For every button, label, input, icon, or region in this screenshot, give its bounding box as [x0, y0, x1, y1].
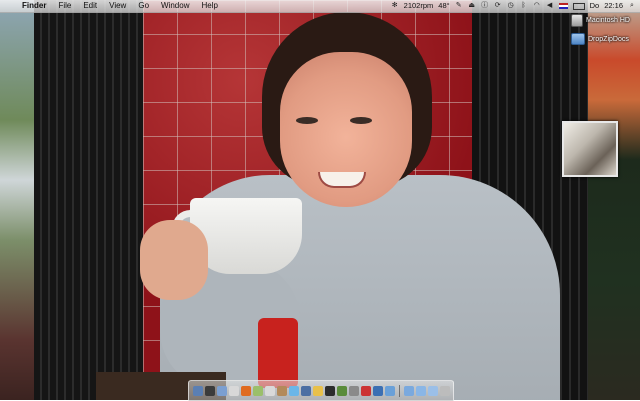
menu-help[interactable]: Help [195, 0, 223, 12]
wallpaper-red-chair [258, 318, 298, 388]
documents-icon[interactable] [427, 386, 438, 396]
preview-icon[interactable] [312, 386, 323, 396]
wallpaper-right-wall [588, 0, 640, 400]
network-icon[interactable] [384, 386, 395, 396]
trash-icon[interactable] [439, 386, 450, 396]
dock-separator [398, 385, 400, 397]
clock-time[interactable]: 22:16 [604, 0, 623, 12]
cpu-temperature: 48° [438, 1, 450, 10]
addressbook-icon[interactable] [276, 386, 287, 396]
menu-edit[interactable]: Edit [77, 0, 103, 12]
flag-icon[interactable] [558, 3, 568, 9]
menu-go[interactable]: Go [132, 0, 155, 12]
desktop-icon-label: Macintosh HD [586, 17, 630, 24]
terminal-icon[interactable] [324, 386, 335, 396]
menu-window[interactable]: Window [155, 0, 195, 12]
wallpaper-left-door [34, 0, 150, 400]
menu-view[interactable]: View [103, 0, 132, 12]
wifi-icon[interactable]: ◠ [533, 2, 541, 10]
folder-icon [571, 33, 585, 45]
volume-icon[interactable]: ◀ [546, 2, 554, 10]
info-icon[interactable]: ⓘ [481, 2, 489, 10]
script-icon[interactable]: ✎ [455, 2, 463, 10]
iphoto-icon[interactable] [300, 386, 311, 396]
menu-bar-status: ✻ 2102rpm 48° ✎ ⏏ ⓘ ⟳ ◷ ᛒ ◠ ◀ Do 22:16 ⌕ [391, 0, 636, 12]
app-icon[interactable] [360, 386, 371, 396]
folder-icon[interactable] [403, 386, 414, 396]
menu-bar-left: Finder File Edit View Go Window Help [6, 0, 224, 12]
dock [188, 380, 454, 401]
itunes-icon[interactable] [288, 386, 299, 396]
menu-file[interactable]: File [52, 0, 77, 12]
wallpaper-person-eye [350, 117, 372, 124]
sync-icon[interactable]: ⟳ [494, 2, 502, 10]
clock-day[interactable]: Do [590, 0, 600, 12]
wallpaper-person-eye [296, 117, 318, 124]
desktop-icon-label: DropZipDocs [588, 35, 629, 43]
apple-icon[interactable] [6, 0, 16, 12]
spotlight-icon[interactable]: ⌕ [628, 2, 636, 10]
mail-icon[interactable] [216, 386, 227, 396]
desktop-image-thumbnail[interactable] [562, 121, 618, 177]
desktop-wallpaper [0, 0, 640, 400]
dashboard-icon[interactable] [204, 386, 215, 396]
battery-icon[interactable] [572, 2, 585, 10]
time-machine-icon[interactable]: ◷ [507, 2, 515, 10]
ichat-icon[interactable] [252, 386, 263, 396]
safari-icon[interactable] [228, 386, 239, 396]
calendar-icon[interactable] [264, 386, 275, 396]
desktop-icon-macintosh-hd[interactable]: Macintosh HD [571, 14, 631, 27]
firefox-icon[interactable] [240, 386, 251, 396]
app-icon-2[interactable] [372, 386, 383, 396]
desktop-icon-dropzipdocs[interactable]: DropZipDocs [571, 33, 631, 45]
downloads-icon[interactable] [415, 386, 426, 396]
menu-bar: Finder File Edit View Go Window Help ✻ 2… [0, 0, 640, 13]
fan-icon[interactable]: ✻ [391, 2, 399, 10]
finder-icon[interactable] [192, 386, 203, 396]
bluetooth-icon[interactable]: ᛒ [520, 2, 528, 10]
menu-app-name[interactable]: Finder [22, 0, 52, 12]
activity-monitor-icon[interactable] [336, 386, 347, 396]
eject-icon[interactable]: ⏏ [468, 2, 476, 10]
hard-drive-icon [571, 14, 583, 27]
system-preferences-icon[interactable] [348, 386, 359, 396]
fan-rpm: 2102rpm [403, 1, 434, 10]
wallpaper-person-hand [140, 220, 208, 300]
